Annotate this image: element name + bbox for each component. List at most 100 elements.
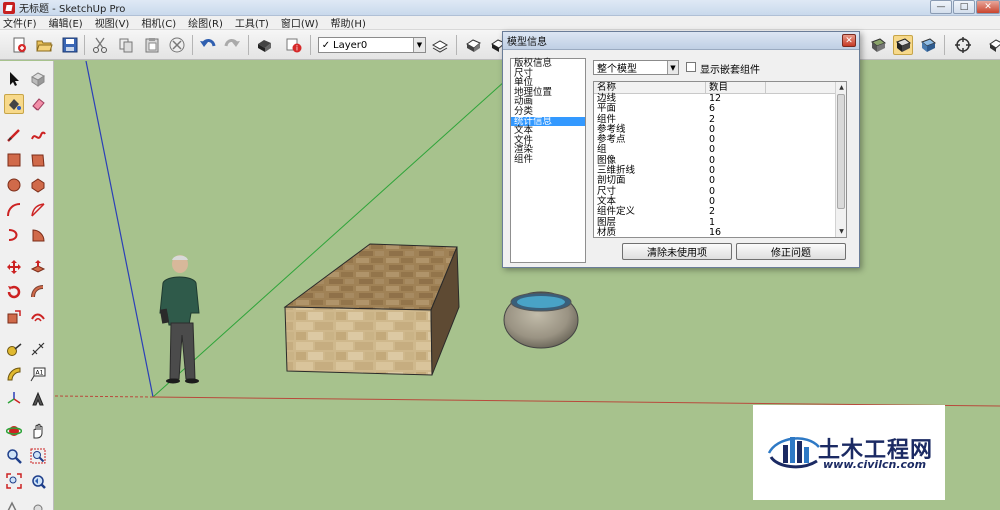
toolbar-separator xyxy=(248,35,249,55)
walk-icon[interactable] xyxy=(985,35,1000,55)
arc-icon[interactable] xyxy=(4,200,24,220)
statistics-table: 名称 数目 边线 12 平面 6 组件 2 参考线 0 参考点 0 组0 图像 0 三维折线… xyxy=(593,81,847,238)
new-file-icon[interactable] xyxy=(10,35,30,55)
scale-icon[interactable] xyxy=(4,307,24,327)
layer-manager-icon[interactable] xyxy=(430,35,450,55)
column-header-count[interactable]: 数目 xyxy=(706,82,766,93)
scroll-up-icon[interactable]: ▲ xyxy=(837,83,846,92)
three-point-arc-icon[interactable] xyxy=(4,225,24,245)
redo-icon[interactable] xyxy=(222,35,242,55)
zoom-icon[interactable] xyxy=(4,446,24,466)
model-info-icon[interactable]: i xyxy=(284,35,304,55)
offset-icon[interactable] xyxy=(28,307,48,327)
scroll-down-icon[interactable]: ▼ xyxy=(837,227,846,236)
erase-icon[interactable] xyxy=(167,35,187,55)
make-component-tool-icon[interactable] xyxy=(28,69,48,89)
position-camera-tool-icon[interactable] xyxy=(4,497,24,510)
row-count: 0 xyxy=(709,144,716,156)
protractor-icon[interactable] xyxy=(4,364,24,384)
paste-icon[interactable] xyxy=(142,35,162,55)
toolbar-separator xyxy=(192,35,193,55)
move-icon[interactable] xyxy=(4,257,24,277)
minimize-button[interactable]: — xyxy=(930,0,952,14)
stone-box-model[interactable] xyxy=(283,243,460,376)
fix-problems-button[interactable]: 修正问题 xyxy=(736,243,846,260)
pie-icon[interactable] xyxy=(28,225,48,245)
scope-dropdown[interactable]: 整个模型 ▼ xyxy=(593,60,679,75)
zoom-window-icon[interactable] xyxy=(28,446,48,466)
circle-icon[interactable] xyxy=(4,175,24,195)
menu-view[interactable]: 视图(V) xyxy=(95,15,130,30)
table-row: 参考线 0 xyxy=(594,124,846,135)
menu-draw[interactable]: 绘图(R) xyxy=(188,15,223,30)
row-count: 0 xyxy=(709,195,716,207)
menu-help[interactable]: 帮助(H) xyxy=(331,15,366,30)
line-pencil-icon[interactable] xyxy=(4,125,24,145)
row-name: 参考点 xyxy=(597,134,626,146)
undo-icon[interactable] xyxy=(198,35,218,55)
watermark: 土木工程网 www.civilcn.com xyxy=(753,405,945,500)
close-window-button[interactable]: ✕ xyxy=(976,0,1000,14)
eraser-icon[interactable] xyxy=(28,94,48,114)
copy-icon[interactable] xyxy=(116,35,136,55)
dialog-title-bar[interactable]: 模型信息 xyxy=(503,32,859,50)
push-pull-icon[interactable] xyxy=(28,257,48,277)
dimension-icon[interactable] xyxy=(28,339,48,359)
menu-camera[interactable]: 相机(C) xyxy=(141,15,176,30)
print-icon[interactable] xyxy=(254,35,274,55)
freehand-icon[interactable] xyxy=(28,125,48,145)
tape-measure-icon[interactable] xyxy=(4,339,24,359)
view-style-icon[interactable] xyxy=(868,35,888,55)
zoom-extents-icon[interactable] xyxy=(4,471,24,491)
table-row: 剖切面 0 xyxy=(594,175,846,187)
previous-view-icon[interactable] xyxy=(28,471,48,491)
scroll-thumb[interactable] xyxy=(837,94,845,209)
orbit-icon[interactable] xyxy=(4,421,24,441)
3d-text-icon[interactable] xyxy=(28,389,48,409)
follow-me-icon[interactable] xyxy=(28,282,48,302)
menu-edit[interactable]: 编辑(E) xyxy=(49,15,83,30)
select-arrow-icon[interactable] xyxy=(4,69,24,89)
two-point-arc-icon[interactable] xyxy=(28,200,48,220)
window-title: 无标题 - SketchUp Pro xyxy=(19,4,126,15)
rotate-icon[interactable] xyxy=(4,282,24,302)
toolbar-separator xyxy=(84,35,85,55)
shaded-style-icon[interactable] xyxy=(893,35,913,55)
column-header-name[interactable]: 名称 xyxy=(594,82,706,93)
component-icon[interactable] xyxy=(463,35,483,55)
layer-dropdown[interactable]: ✓ Layer0 ▼ xyxy=(318,37,426,53)
chevron-down-icon[interactable]: ▼ xyxy=(413,38,425,52)
cut-icon[interactable] xyxy=(90,35,110,55)
nav-item-components[interactable]: 组件 xyxy=(511,155,585,165)
menu-bar: 文件(F) 编辑(E) 视图(V) 相机(C) 绘图(R) 工具(T) 窗口(W… xyxy=(0,16,1000,30)
column-header-empty xyxy=(766,82,846,93)
look-around-icon[interactable] xyxy=(28,497,48,510)
water-bowl-model[interactable] xyxy=(503,291,579,349)
row-count: 0 xyxy=(709,165,716,177)
watermark-url: www.civilcn.com xyxy=(823,458,927,471)
textured-style-icon[interactable] xyxy=(918,35,938,55)
chevron-down-icon[interactable]: ▼ xyxy=(667,61,678,74)
pan-hand-icon[interactable] xyxy=(28,421,48,441)
paint-bucket-icon[interactable] xyxy=(4,94,24,114)
rotated-rectangle-icon[interactable] xyxy=(28,150,48,170)
menu-window[interactable]: 窗口(W) xyxy=(281,15,319,30)
save-icon[interactable] xyxy=(60,35,80,55)
table-row: 材质 16 xyxy=(594,227,846,237)
position-camera-icon[interactable] xyxy=(953,35,973,55)
row-count: 0 xyxy=(709,175,716,187)
show-nested-checkbox[interactable] xyxy=(686,62,696,72)
menu-file[interactable]: 文件(F) xyxy=(3,15,37,30)
maximize-button[interactable]: □ xyxy=(953,0,975,14)
dialog-close-button[interactable]: ✕ xyxy=(842,34,856,47)
rectangle-icon[interactable] xyxy=(4,150,24,170)
person-figure[interactable] xyxy=(159,255,200,384)
open-folder-icon[interactable] xyxy=(34,35,54,55)
text-tool-icon[interactable]: A1 xyxy=(28,364,48,384)
menu-tools[interactable]: 工具(T) xyxy=(235,15,269,30)
axes-icon[interactable] xyxy=(4,389,24,409)
table-scrollbar[interactable]: ▲ ▼ xyxy=(835,82,846,237)
purge-unused-button[interactable]: 清除未使用项 xyxy=(622,243,732,260)
model-info-category-list: 版权信息 尺寸 单位 地理位置 动画 分类 统计信息 文本 文件 渲染 组件 xyxy=(510,58,586,263)
polygon-icon[interactable] xyxy=(28,175,48,195)
